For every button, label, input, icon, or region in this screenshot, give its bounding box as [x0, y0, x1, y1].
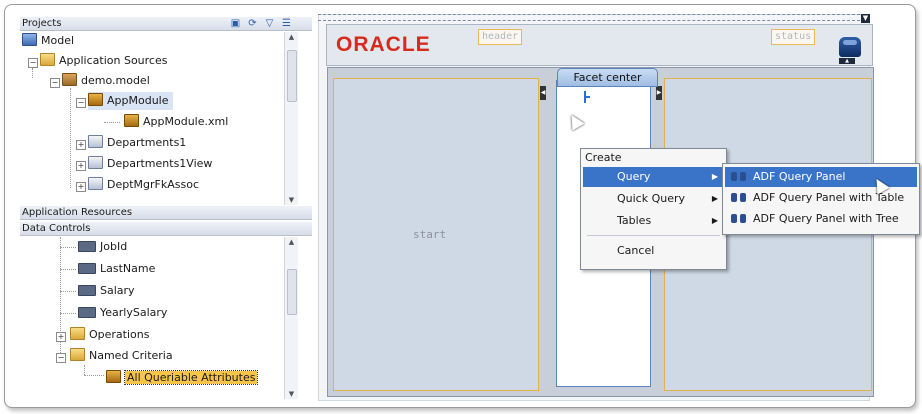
project-tree: Model − Application Sources − demo.model…: [20, 32, 298, 205]
create-context-menu: Create Query ▶ Quick Query ▶ Tables ▶ Ca…: [580, 148, 727, 270]
folder-icon: [40, 53, 55, 66]
oracle-logo: ORACLE: [336, 33, 431, 56]
scroll-down-arrow[interactable]: ▼: [285, 195, 298, 205]
projects-title: Projects: [22, 18, 62, 29]
query-submenu: ADF Query Panel ADF Query Panel with Tab…: [722, 163, 920, 235]
menu-item-query[interactable]: Query ▶: [583, 167, 724, 187]
tree-item-lastname[interactable]: LastName: [78, 260, 155, 278]
tree-item-demo-model[interactable]: demo.model: [62, 72, 150, 90]
binoculars-icon: [731, 170, 746, 182]
top-scroll-arrow[interactable]: ▼: [861, 14, 870, 23]
data-controls-tree: JobId LastName Salary YearlySalary + Ope…: [20, 237, 298, 399]
sync-icon[interactable]: ⟳: [247, 18, 258, 29]
association-icon: [88, 177, 103, 190]
collapse-toggle[interactable]: −: [50, 78, 60, 88]
model-icon: [22, 33, 37, 46]
menu-separator: [587, 235, 720, 236]
sort-icon[interactable]: ☰: [281, 18, 292, 29]
start-facet-label: start: [413, 228, 447, 241]
binoculars-icon: [731, 212, 746, 224]
collapse-right-arrow[interactable]: ▶: [656, 86, 662, 100]
collapse-toggle[interactable]: −: [28, 58, 38, 68]
data-controls-header[interactable]: Data Controls: [20, 222, 312, 236]
tree-item-application-sources[interactable]: Application Sources: [40, 52, 167, 70]
project-tree-scrollbar[interactable]: ▲ ▼: [284, 32, 298, 205]
collapse-left-arrow[interactable]: ◀: [540, 86, 546, 100]
filter-icon[interactable]: ▽: [264, 18, 275, 29]
submenu-arrow-icon: ▶: [711, 194, 718, 203]
insertion-caret: [584, 91, 590, 103]
expand-toggle[interactable]: +: [76, 182, 86, 192]
expand-toggle[interactable]: +: [76, 140, 86, 150]
binoculars-icon: [731, 191, 746, 203]
tree-item-departments1view[interactable]: Departments1View: [88, 155, 212, 173]
scroll-up-arrow[interactable]: ▲: [285, 237, 298, 247]
projects-toolbar: ▣ ⟳ ▽ ☰: [230, 18, 292, 29]
status-indicator-icon: [839, 37, 861, 57]
status-tag: status: [771, 29, 816, 45]
tree-item-yearlysalary[interactable]: YearlySalary: [78, 304, 167, 322]
menu-item-tables[interactable]: Tables ▶: [583, 211, 724, 231]
header-tag: header: [478, 29, 523, 45]
tree-item-jobid[interactable]: JobId: [78, 238, 127, 256]
splitter-arrow[interactable]: ▲: [839, 58, 855, 64]
application-navigator: Projects ▣ ⟳ ▽ ☰ Model − Application Sou…: [20, 17, 312, 399]
app-module-icon: [124, 114, 139, 127]
data-controls-scrollbar[interactable]: ▲ ▼: [284, 237, 298, 399]
scroll-thumb[interactable]: [287, 269, 297, 315]
expand-toggle[interactable]: +: [56, 332, 66, 342]
menu-item-quick-query[interactable]: Quick Query ▶: [583, 189, 724, 209]
view-object-icon: [88, 135, 103, 148]
tree-item-deptmgrfkassoc[interactable]: DeptMgrFkAssoc: [88, 176, 199, 194]
view-object-icon: [88, 156, 103, 169]
center-facet-tab: Facet center: [557, 68, 658, 87]
expand-toggle[interactable]: +: [76, 161, 86, 171]
tree-item-named-criteria[interactable]: Named Criteria: [70, 347, 173, 365]
projects-panel-header: Projects ▣ ⟳ ▽ ☰: [20, 17, 312, 31]
submenu-arrow-icon: ▶: [711, 216, 718, 225]
folder-icon: [70, 348, 85, 361]
attribute-icon: [78, 307, 96, 318]
menu-item-cancel[interactable]: Cancel: [583, 241, 724, 261]
menu-title-create: Create: [585, 151, 622, 164]
submenu-item-adf-query-panel-with-tree[interactable]: ADF Query Panel with Tree: [725, 209, 917, 229]
attribute-icon: [78, 241, 96, 252]
collapse-toggle[interactable]: −: [76, 98, 86, 108]
scroll-thumb[interactable]: [287, 50, 297, 102]
tree-item-all-queriable-attributes[interactable]: All Queriable Attributes: [106, 369, 259, 387]
tree-item-model[interactable]: Model: [22, 32, 74, 50]
panel-stretch-layout-top-border: [318, 14, 870, 21]
scroll-up-arrow[interactable]: ▲: [285, 32, 298, 42]
tree-item-departments1[interactable]: Departments1: [88, 134, 186, 152]
submenu-item-adf-query-panel-with-table[interactable]: ADF Query Panel with Table: [725, 188, 917, 208]
submenu-arrow-icon: ▶: [711, 172, 718, 181]
tree-item-salary[interactable]: Salary: [78, 282, 135, 300]
scroll-down-arrow[interactable]: ▼: [285, 389, 298, 399]
collapse-toggle[interactable]: −: [56, 353, 66, 363]
app-module-icon: [88, 93, 103, 106]
submenu-item-adf-query-panel[interactable]: ADF Query Panel: [725, 167, 917, 187]
tree-item-operations[interactable]: Operations: [70, 326, 149, 344]
tree-item-appmodule[interactable]: AppModule: [88, 92, 173, 110]
application-resources-header[interactable]: Application Resources: [20, 206, 312, 220]
package-icon: [62, 73, 77, 86]
attribute-icon: [78, 263, 96, 274]
attribute-icon: [78, 285, 96, 296]
tree-item-appmodule-xml[interactable]: AppModule.xml: [124, 113, 228, 131]
refresh-icon[interactable]: ▣: [230, 18, 241, 29]
folder-icon: [70, 327, 85, 340]
view-criteria-icon: [106, 370, 121, 383]
